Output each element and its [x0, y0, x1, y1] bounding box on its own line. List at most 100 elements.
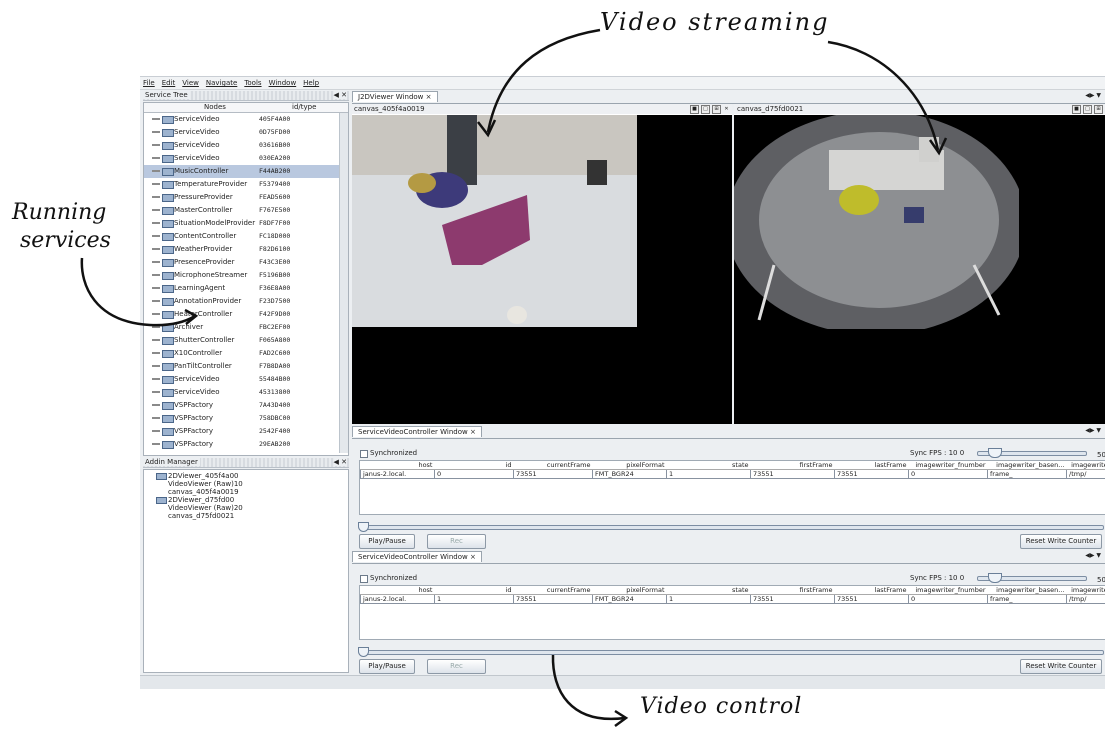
expand-key-icon[interactable] [152, 300, 160, 302]
tree-row[interactable]: SituationModelProvider F8DF7F00 [144, 217, 339, 230]
menu-tools[interactable]: Tools [244, 79, 261, 87]
table-cell[interactable]: 0 [908, 469, 988, 479]
expand-key-icon[interactable] [152, 313, 160, 315]
synchronized-checkbox[interactable] [360, 575, 368, 583]
expand-key-icon[interactable] [152, 352, 160, 354]
column-header[interactable]: pixelFormat [592, 586, 667, 595]
tree-row[interactable]: LearningAgent F36E8A00 [144, 282, 339, 295]
addin-item[interactable]: VideoViewer (Raw)20 [168, 504, 243, 512]
expand-key-icon[interactable] [152, 144, 160, 146]
tab-nav-icons[interactable]: ◀▶ ▼ [1085, 552, 1101, 559]
tree-row[interactable]: MusicController F44AB200 [144, 165, 339, 178]
table-cell[interactable]: janus-2.local. [360, 594, 435, 604]
column-header[interactable]: currentFrame [513, 586, 593, 595]
expand-key-icon[interactable] [152, 196, 160, 198]
tree-row[interactable]: AnnotationProvider F23D7500 [144, 295, 339, 308]
column-header[interactable]: firstFrame [750, 461, 835, 470]
tree-row[interactable]: X10Controller FAD2C600 [144, 347, 339, 360]
tab-servicevideocontroller[interactable]: ServiceVideoController Window × [352, 426, 482, 437]
expand-key-icon[interactable] [152, 131, 160, 133]
rec-button[interactable]: Rec [427, 659, 486, 674]
expand-key-icon[interactable] [152, 248, 160, 250]
frame-slider[interactable] [360, 650, 1104, 655]
expand-key-icon[interactable] [152, 183, 160, 185]
tree-row[interactable]: ServiceVideo 45313800 [144, 386, 339, 399]
expand-key-icon[interactable] [152, 222, 160, 224]
menu-navigate[interactable]: Navigate [206, 79, 237, 87]
column-header[interactable]: host [360, 586, 435, 595]
column-header[interactable]: pixelFormat [592, 461, 667, 470]
menu-file[interactable]: File [143, 79, 155, 87]
table-cell[interactable]: 73551 [513, 594, 593, 604]
addin-item[interactable]: canvas_405f4a0019 [168, 488, 239, 496]
tree-row[interactable]: VSPFactory 2542F400 [144, 425, 339, 438]
column-header[interactable]: imagewriter_dirname [1066, 586, 1105, 595]
column-header[interactable]: imagewriter_dirname [1066, 461, 1105, 470]
column-header[interactable]: currentFrame [513, 461, 593, 470]
tab-nav-icons[interactable]: ◀▶ ▼ [1085, 92, 1101, 99]
frame-slider-knob[interactable] [358, 647, 369, 657]
column-header[interactable]: state [666, 586, 751, 595]
menu-edit[interactable]: Edit [162, 79, 176, 87]
table-cell[interactable]: frame_ [987, 594, 1067, 604]
expand-key-icon[interactable] [152, 430, 160, 432]
tree-row[interactable]: ServiceVideo 405F4A00 [144, 113, 339, 126]
table-cell[interactable]: /tmp/ [1066, 469, 1105, 479]
table-cell[interactable]: 0 [908, 594, 988, 604]
canvas1-controls[interactable]: ■ □ ⊞ ✕ [688, 104, 730, 114]
expand-key-icon[interactable] [152, 443, 160, 445]
table-cell[interactable]: 1 [666, 469, 751, 479]
expand-key-icon[interactable] [152, 170, 160, 172]
tab-nav-icons[interactable]: ◀▶ ▼ [1085, 427, 1101, 434]
tree-row[interactable]: Archiver FBC2EF00 [144, 321, 339, 334]
menu-help[interactable]: Help [303, 79, 319, 87]
expand-key-icon[interactable] [152, 339, 160, 341]
tree-row[interactable]: VSPFactory 758DBC00 [144, 412, 339, 425]
table-cell[interactable]: /tmp/ [1066, 594, 1105, 604]
reset-write-counter-button[interactable]: Reset Write Counter [1020, 659, 1102, 674]
play-pause-button[interactable]: Play/Pause [359, 534, 415, 549]
close-icon[interactable]: ◀ ✕ [333, 91, 347, 99]
table-cell[interactable]: frame_ [987, 469, 1067, 479]
tree-row[interactable]: ServiceVideo 030EA200 [144, 152, 339, 165]
expand-key-icon[interactable] [152, 326, 160, 328]
column-header[interactable]: id [434, 461, 514, 470]
tree-row[interactable]: VSPFactory 29EAB200 [144, 438, 339, 451]
table-cell[interactable]: 73551 [513, 469, 593, 479]
column-header[interactable]: host [360, 461, 435, 470]
reset-write-counter-button[interactable]: Reset Write Counter [1020, 534, 1102, 549]
table-row[interactable]: janus-2.local. 0 73551 FMT_BGR24 1 73551 73551… [360, 469, 1105, 479]
expand-key-icon[interactable] [152, 287, 160, 289]
table-cell[interactable]: 73551 [750, 469, 835, 479]
menu-window[interactable]: Window [269, 79, 297, 87]
expand-key-icon[interactable] [152, 417, 160, 419]
column-header[interactable]: lastFrame [834, 586, 909, 595]
table-cell[interactable]: 73551 [834, 469, 909, 479]
synchronized-checkbox[interactable] [360, 450, 368, 458]
tab-j2dviewer[interactable]: J2DViewer Window × [352, 91, 438, 102]
addin-item[interactable]: 2DViewer_d75fd00 [168, 496, 234, 504]
frame-slider-knob[interactable] [358, 522, 369, 532]
addin-item[interactable]: 2DViewer_405f4a00 [168, 472, 239, 480]
tree-row[interactable]: PanTiltController F7B8DA00 [144, 360, 339, 373]
column-header[interactable]: imagewriter_basen... [987, 461, 1067, 470]
table-cell[interactable]: janus-2.local. [360, 469, 435, 479]
expand-key-icon[interactable] [152, 365, 160, 367]
tree-row[interactable]: TemperatureProvider F5379400 [144, 178, 339, 191]
expand-key-icon[interactable] [152, 118, 160, 120]
sync-fps-knob[interactable] [988, 448, 1002, 458]
column-id-type[interactable]: id/type [292, 103, 316, 111]
play-pause-button[interactable]: Play/Pause [359, 659, 415, 674]
column-header[interactable]: id [434, 586, 514, 595]
tree-row[interactable]: ServiceVideo 55484B00 [144, 373, 339, 386]
expand-key-icon[interactable] [152, 404, 160, 406]
close-icon[interactable]: ◀ ✕ [333, 458, 347, 466]
tree-row[interactable]: VSPFactory 7A43D400 [144, 399, 339, 412]
menu-view[interactable]: View [182, 79, 199, 87]
expand-key-icon[interactable] [152, 235, 160, 237]
addin-item[interactable]: canvas_d75fd0021 [168, 512, 234, 520]
expand-key-icon[interactable] [152, 378, 160, 380]
expand-key-icon[interactable] [152, 274, 160, 276]
table-row[interactable]: janus-2.local. 1 73551 FMT_BGR24 1 73551 73551… [360, 594, 1105, 604]
column-header[interactable]: imagewriter_fnumber [908, 461, 988, 470]
